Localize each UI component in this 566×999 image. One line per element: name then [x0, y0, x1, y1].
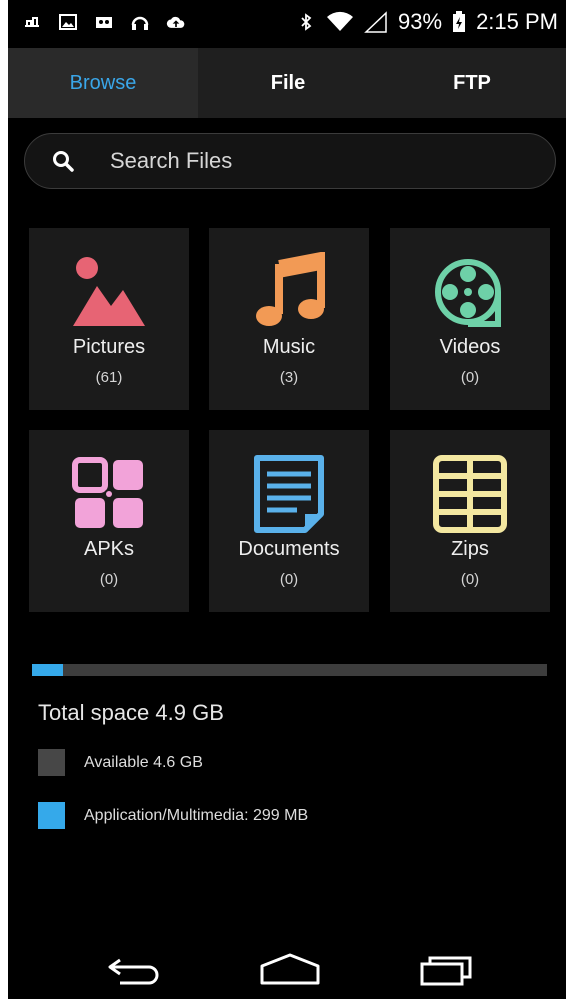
status-bar: 93% 2:15 PM: [8, 0, 566, 48]
category-count: (0): [99, 571, 119, 588]
image-icon: [59, 14, 77, 30]
signal-icon: [364, 11, 387, 33]
navigation-bar: [8, 940, 566, 999]
tab-bar: Browse File FTP: [8, 48, 566, 118]
legend-available: Available 4.6 GB: [38, 749, 203, 776]
legend-label: Available 4.6 GB: [84, 753, 203, 771]
category-count: (0): [460, 369, 480, 386]
bluetooth-icon: [301, 13, 312, 31]
usb-debug-icon: [25, 17, 39, 27]
apks-icon: [72, 457, 143, 528]
videos-icon: [435, 259, 501, 327]
category-label: APKs: [83, 538, 135, 560]
tab-ftp[interactable]: FTP: [378, 48, 566, 118]
search-icon: [53, 151, 74, 172]
clock: 2:15 PM: [476, 9, 558, 34]
category-apks[interactable]: APKs (0): [29, 430, 189, 612]
legend-label: Application/Multimedia: 299 MB: [84, 806, 309, 824]
wifi-icon: [327, 11, 354, 31]
battery-icon: [453, 11, 466, 32]
available-swatch: [38, 749, 65, 776]
screen-edge: [0, 0, 8, 999]
storage-used-fill: [32, 664, 63, 676]
category-count: (3): [279, 369, 299, 386]
category-count: (61): [95, 369, 123, 386]
category-pictures[interactable]: Pictures (61): [29, 228, 189, 410]
category-count: (0): [460, 571, 480, 588]
tab-browse[interactable]: Browse: [8, 48, 198, 118]
recents-icon[interactable]: [418, 952, 476, 986]
category-zips[interactable]: Zips (0): [390, 430, 550, 612]
tab-file[interactable]: File: [198, 48, 378, 118]
application-swatch: [38, 802, 65, 829]
legend-application: Application/Multimedia: 299 MB: [38, 802, 308, 829]
home-icon[interactable]: [259, 952, 321, 986]
category-videos[interactable]: Videos (0): [390, 228, 550, 410]
total-space-label: Total space 4.9 GB: [38, 700, 224, 725]
voicemail-icon: [96, 17, 112, 28]
category-label: Zips: [451, 538, 489, 560]
search-input[interactable]: Search Files: [24, 133, 556, 189]
music-icon: [256, 252, 325, 326]
pictures-icon: [73, 257, 145, 326]
category-count: (0): [279, 571, 299, 588]
documents-icon: [254, 455, 324, 533]
category-label: Music: [262, 336, 316, 358]
back-icon[interactable]: [106, 952, 164, 986]
zips-icon: [433, 455, 507, 533]
headset-icon: [131, 16, 149, 30]
category-label: Videos: [439, 336, 501, 358]
search-placeholder: Search Files: [110, 148, 233, 173]
category-label: Pictures: [72, 336, 146, 358]
cloud-upload-icon: [166, 16, 185, 28]
storage-usage-bar: [32, 664, 547, 676]
battery-percent: 93%: [398, 9, 443, 34]
category-documents[interactable]: Documents (0): [209, 430, 369, 612]
category-label: Documents: [238, 538, 340, 560]
category-music[interactable]: Music (3): [209, 228, 369, 410]
